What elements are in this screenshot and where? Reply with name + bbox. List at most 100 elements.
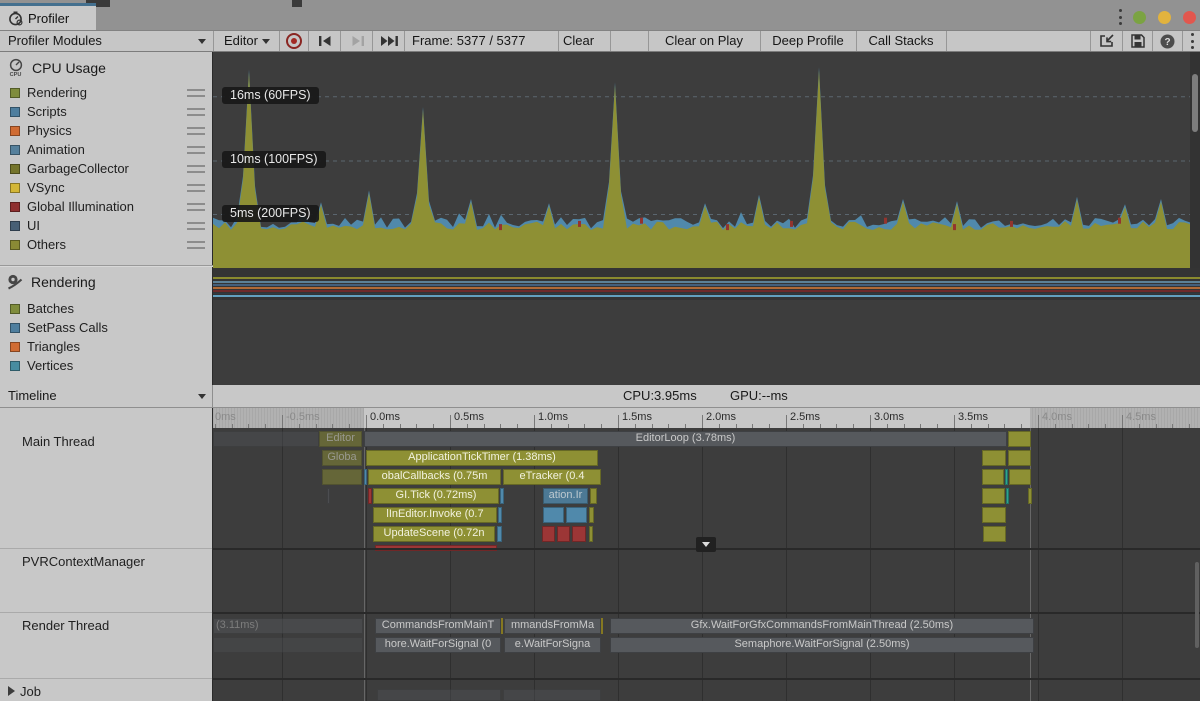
timeline-sample[interactable] — [364, 469, 367, 485]
thread-label-job[interactable]: Job — [8, 684, 41, 699]
timeline-sample[interactable] — [368, 488, 372, 504]
load-profile-button[interactable] — [1093, 31, 1121, 51]
drag-handle-icon[interactable] — [187, 222, 205, 230]
profiler-modules-dropdown[interactable]: Profiler Modules — [8, 31, 102, 51]
legend-item-setpass-calls[interactable]: SetPass Calls — [0, 318, 213, 337]
timeline-sample[interactable] — [503, 689, 601, 701]
first-frame-button[interactable] — [312, 31, 338, 51]
timeline-sample[interactable] — [982, 469, 1004, 485]
expand-samples-button[interactable] — [696, 537, 716, 552]
timeline-sample[interactable] — [501, 618, 503, 634]
legend-item-garbagecollector[interactable]: GarbageCollector — [0, 159, 213, 178]
legend-item-rendering[interactable]: Rendering — [0, 83, 213, 102]
window-menu-kebab-icon[interactable] — [1118, 9, 1122, 25]
timeline-sample[interactable] — [982, 507, 1006, 523]
legend-item-physics[interactable]: Physics — [0, 121, 213, 140]
legend-item-batches[interactable]: Batches — [0, 299, 213, 318]
drag-handle-icon[interactable] — [187, 184, 205, 192]
timeline-sample[interactable] — [1008, 431, 1031, 447]
timeline-sample[interactable] — [572, 526, 586, 542]
help-button[interactable]: ? — [1154, 31, 1181, 51]
timeline-canvas[interactable]: EditorEditorLoop (3.78ms)GlobaApplicatio… — [213, 428, 1200, 701]
expand-arrow-icon[interactable] — [8, 686, 15, 696]
timeline-sample[interactable] — [601, 618, 603, 634]
drag-handle-icon[interactable] — [187, 146, 205, 154]
timeline-sample-applicationticktimer-1-38ms[interactable]: ApplicationTickTimer (1.38ms) — [366, 450, 598, 466]
legend-item-scripts[interactable]: Scripts — [0, 102, 213, 121]
cpu-usage-chart[interactable] — [213, 52, 1200, 268]
window-minimize-button[interactable] — [1133, 11, 1146, 24]
module-header-cpu[interactable]: CPU CPU Usage — [6, 58, 106, 77]
editor-target-dropdown[interactable]: Editor — [224, 31, 270, 51]
timeline-sample-etracker-0-4[interactable]: eTracker (0.4 — [503, 469, 601, 485]
timeline-sample[interactable] — [377, 689, 501, 701]
timeline-sample-editor[interactable]: Editor — [319, 431, 362, 447]
save-profile-button[interactable] — [1124, 31, 1151, 51]
timeline-sample-lineditor-invoke-0-7[interactable]: lInEditor.Invoke (0.7 — [373, 507, 497, 523]
timeline-sample[interactable] — [590, 488, 597, 504]
timeline-sample[interactable] — [1008, 450, 1031, 466]
drag-handle-icon[interactable] — [187, 89, 205, 97]
time-ruler[interactable]: 0ms-0.5ms0.0ms0.5ms1.0ms1.5ms2.0ms2.5ms3… — [213, 408, 1200, 428]
timeline-sample-semaphore-waitforsignal-2-50ms[interactable]: Semaphore.WaitForSignal (2.50ms) — [610, 637, 1034, 653]
timeline-sample-globa[interactable]: Globa — [322, 450, 362, 466]
timeline-sample-3-11ms[interactable]: (3.11ms) — [213, 618, 363, 634]
timeline-sample[interactable] — [543, 507, 564, 523]
timeline-sample-gi-tick-0-72ms[interactable]: GI.Tick (0.72ms) — [373, 488, 499, 504]
timeline-sample-editorloop-3-78ms[interactable]: EditorLoop (3.78ms) — [364, 431, 1007, 447]
legend-item-animation[interactable]: Animation — [0, 140, 213, 159]
drag-handle-icon[interactable] — [187, 165, 205, 173]
legend-item-global-illumination[interactable]: Global Illumination — [0, 197, 213, 216]
timeline-sample[interactable] — [213, 637, 363, 653]
timeline-sample-hore-waitforsignal-0[interactable]: hore.WaitForSignal (0 — [375, 637, 501, 653]
timeline-sample[interactable] — [1005, 469, 1008, 485]
next-frame-button-disabled[interactable] — [344, 31, 370, 51]
timeline-sample[interactable] — [589, 526, 593, 542]
legend-item-others[interactable]: Others — [0, 235, 213, 254]
timeline-sample[interactable] — [566, 507, 587, 523]
timeline-sample-obalcallbacks-0-75m[interactable]: obalCallbacks (0.75m — [368, 469, 501, 485]
timeline-sample[interactable] — [1028, 488, 1032, 504]
legend-item-triangles[interactable]: Triangles — [0, 337, 213, 356]
timeline-sample[interactable] — [327, 488, 330, 504]
timeline-sample-gfx-waitforgfxcommandsfrommainthread-2-50ms[interactable]: Gfx.WaitForGfxCommandsFromMainThread (2.… — [610, 618, 1034, 634]
legend-item-ui[interactable]: UI — [0, 216, 213, 235]
timeline-sample[interactable] — [983, 526, 1006, 542]
timeline-sample-e-waitforsigna[interactable]: e.WaitForSigna — [504, 637, 601, 653]
timeline-sample[interactable] — [497, 526, 502, 542]
timeline-sample[interactable] — [322, 469, 362, 485]
module-header-rendering[interactable]: Rendering — [6, 273, 96, 291]
timeline-sample-mmandsfromma[interactable]: mmandsFromMa — [504, 618, 601, 634]
drag-handle-icon[interactable] — [187, 241, 205, 249]
drag-handle-icon[interactable] — [187, 127, 205, 135]
timeline-sample-ation-ir[interactable]: ation.Ir — [543, 488, 588, 504]
timeline-sample[interactable] — [1006, 488, 1009, 504]
call-stacks-toggle[interactable]: Call Stacks — [856, 31, 946, 51]
timeline-sample[interactable] — [498, 507, 502, 523]
clear-button[interactable]: Clear — [563, 31, 594, 51]
legend-item-vertices[interactable]: Vertices — [0, 356, 213, 375]
toolbar-kebab-menu[interactable] — [1185, 31, 1199, 51]
timeline-sample[interactable] — [1009, 469, 1031, 485]
chart-scrollbar[interactable] — [1190, 52, 1200, 268]
timeline-sample[interactable] — [982, 450, 1006, 466]
timeline-sample[interactable] — [589, 507, 594, 523]
record-button[interactable] — [283, 31, 305, 51]
deep-profile-toggle[interactable]: Deep Profile — [760, 31, 856, 51]
timeline-view-dropdown[interactable]: Timeline — [0, 385, 213, 407]
timeline-scrollbar-thumb[interactable] — [1195, 562, 1199, 648]
legend-item-vsync[interactable]: VSync — [0, 178, 213, 197]
clear-on-play-toggle[interactable]: Clear on Play — [648, 31, 760, 51]
timeline-sample[interactable] — [542, 526, 555, 542]
window-close-button[interactable] — [1183, 11, 1196, 24]
current-frame-button[interactable] — [376, 31, 402, 51]
drag-handle-icon[interactable] — [187, 203, 205, 211]
timeline-sample[interactable] — [500, 488, 504, 504]
tab-profiler[interactable]: Profiler — [0, 3, 96, 30]
timeline-sample[interactable] — [213, 431, 319, 447]
window-maximize-button[interactable] — [1158, 11, 1171, 24]
timeline-sample[interactable] — [982, 488, 1005, 504]
timeline-sample[interactable] — [557, 526, 570, 542]
timeline-sample-commandsfrommaint[interactable]: CommandsFromMainT — [375, 618, 501, 634]
chart-scrollbar-thumb[interactable] — [1192, 74, 1198, 132]
